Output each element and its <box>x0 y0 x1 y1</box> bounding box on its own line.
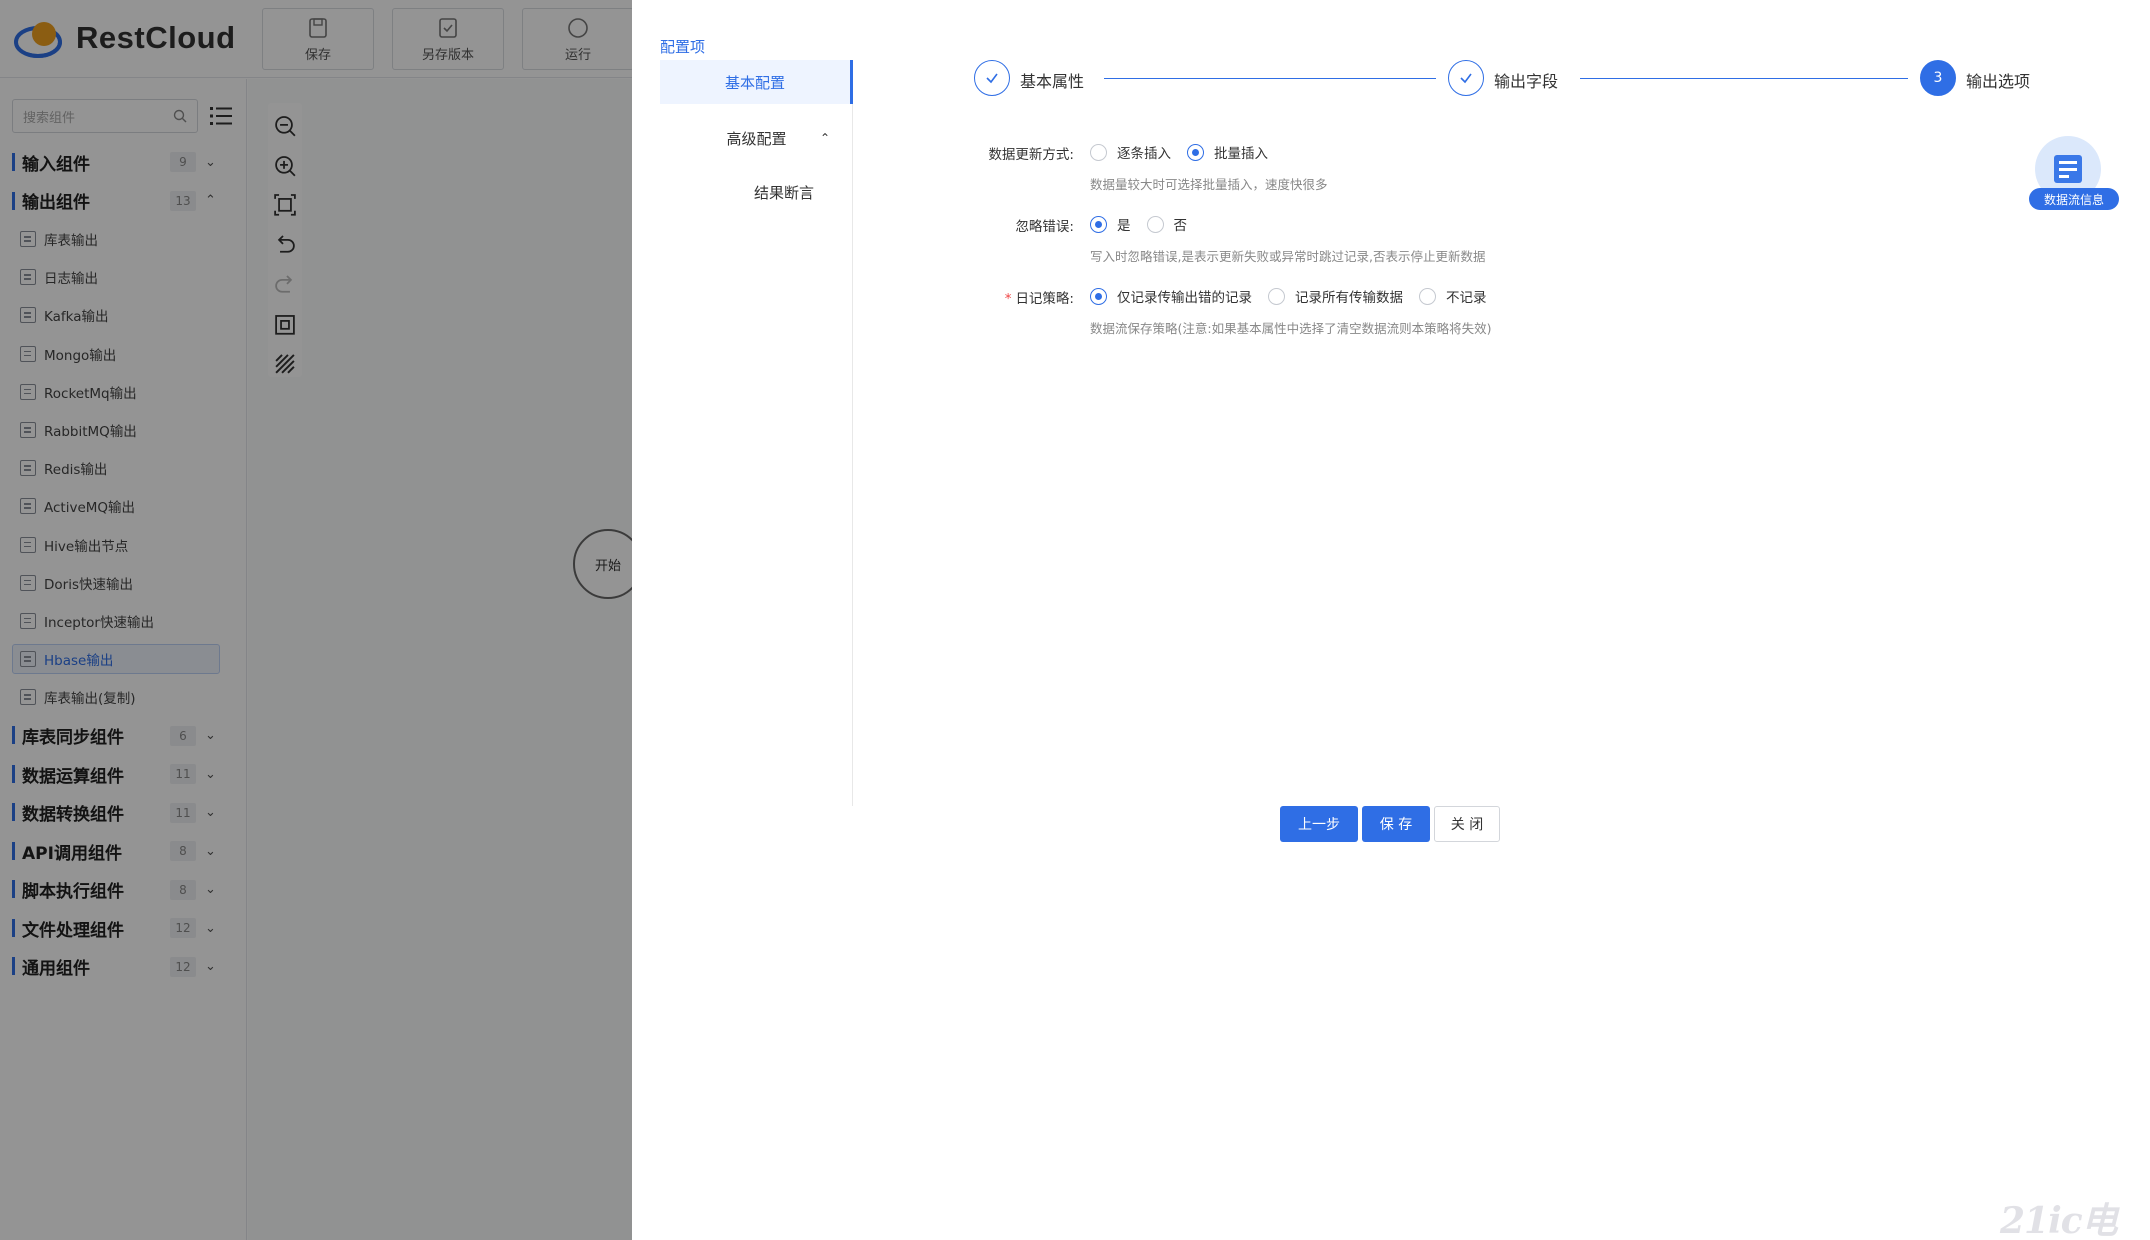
modal-overlay[interactable] <box>0 0 632 1240</box>
radio-log-all[interactable]: 记录所有传输数据 <box>1268 286 1403 306</box>
update-mode-radio-group: 逐条插入 批量插入 <box>1090 142 1284 162</box>
radio-dot-selected[interactable] <box>1090 287 1107 305</box>
nav-result-assert[interactable]: 结果断言 <box>660 170 853 214</box>
nav-advanced-config[interactable]: 高级配置 ⌃ <box>660 116 853 160</box>
update-mode-hint: 数据量较大时可选择批量插入，速度快很多 <box>1090 177 1328 192</box>
radio-log-errors-only[interactable]: 仅记录传输出错的记录 <box>1090 286 1252 306</box>
dataflow-info-label: 数据流信息 <box>2029 188 2119 210</box>
radio-batch[interactable]: 批量插入 <box>1187 142 1268 162</box>
radio-dot[interactable] <box>1146 215 1164 233</box>
check-icon <box>1448 60 1484 96</box>
step-connector <box>1104 78 1436 79</box>
ignore-error-hint: 写入时忽略错误,是表示更新失败或异常时跳过记录,否表示停止更新数据 <box>1090 249 1486 264</box>
radio-yes[interactable]: 是 <box>1090 214 1131 234</box>
log-strategy-hint: 数据流保存策略(注意:如果基本属性中选择了清空数据流则本策略将失效) <box>1090 321 1492 336</box>
check-icon <box>974 60 1010 96</box>
radio-dot[interactable] <box>1268 287 1285 305</box>
required-mark: * <box>1004 291 1012 307</box>
radio-one-by-one[interactable]: 逐条插入 <box>1090 142 1171 162</box>
chevron-up-icon: ⌃ <box>820 131 831 145</box>
log-strategy-radio-group: 仅记录传输出错的记录 记录所有传输数据 不记录 <box>1090 286 1503 306</box>
config-nav: 基本配置 高级配置 ⌃ 结果断言 <box>660 60 853 806</box>
close-button[interactable]: 关 闭 <box>1434 806 1500 842</box>
config-title: 配置项 <box>660 38 706 56</box>
step-progress: 基本属性 输出字段 3 输出选项 <box>974 60 2044 100</box>
ignore-error-radio-group: 是 否 <box>1090 214 1203 234</box>
radio-dot[interactable] <box>1419 287 1436 305</box>
radio-dot-selected[interactable] <box>1090 215 1107 233</box>
radio-no-log[interactable]: 不记录 <box>1419 286 1487 306</box>
update-mode-label: 数据更新方式: <box>988 147 1074 163</box>
nav-basic-config[interactable]: 基本配置 <box>660 60 853 104</box>
prev-step-button[interactable]: 上一步 <box>1280 806 1358 842</box>
ignore-error-label: 忽略错误: <box>1015 219 1074 235</box>
dataflow-info-badge[interactable]: 数据流信息 <box>2029 136 2119 212</box>
step-connector <box>1580 78 1908 79</box>
radio-dot[interactable] <box>1090 143 1107 161</box>
step-label: 输出选项 <box>1966 72 2031 91</box>
config-drawer: 配置项 基本配置 高级配置 ⌃ 结果断言 基本属性 输出字段 3 输出选项 数据… <box>632 0 2150 1240</box>
step-label: 基本属性 <box>1020 72 1085 91</box>
step-current-number: 3 <box>1920 60 1956 96</box>
radio-no[interactable]: 否 <box>1146 214 1187 234</box>
save-button[interactable]: 保 存 <box>1362 806 1430 842</box>
log-strategy-label: * 日记策略: <box>1004 291 1074 307</box>
watermark: 21ic电子网 <box>2000 1200 2118 1240</box>
step-label: 输出字段 <box>1494 72 1559 91</box>
radio-dot-selected[interactable] <box>1187 143 1204 161</box>
